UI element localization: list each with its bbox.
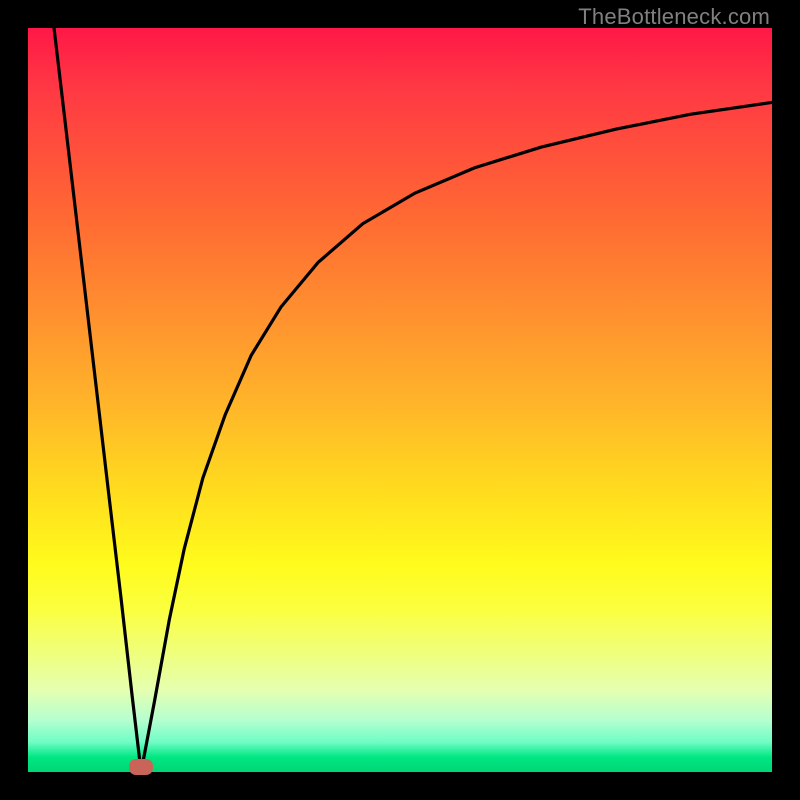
chart-curves [28,28,772,772]
chart-frame [28,28,772,772]
bottleneck-marker [129,759,153,775]
watermark-label: TheBottleneck.com [578,4,770,30]
chart-gradient-bg [28,28,772,772]
